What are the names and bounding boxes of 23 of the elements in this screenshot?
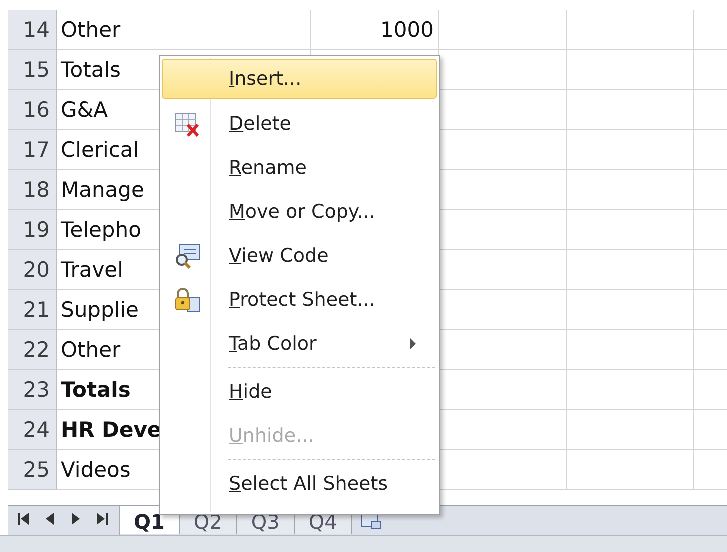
row-header[interactable]: 18: [8, 170, 57, 210]
row-header[interactable]: 16: [8, 90, 57, 130]
table-cell: Other: [57, 10, 311, 49]
next-sheet-icon[interactable]: [70, 512, 82, 526]
view-code-icon: [174, 244, 200, 268]
padlock-icon: [174, 288, 200, 312]
row-header[interactable]: 20: [8, 250, 57, 290]
row-header[interactable]: 14: [8, 10, 57, 50]
first-sheet-icon[interactable]: [18, 512, 30, 526]
row-header[interactable]: 25: [8, 450, 57, 490]
menu-item[interactable]: Insert...: [162, 59, 437, 99]
row-header[interactable]: 23: [8, 370, 57, 410]
row-header[interactable]: 19: [8, 210, 57, 250]
row-header[interactable]: 22: [8, 330, 57, 370]
previous-sheet-icon[interactable]: [44, 512, 56, 526]
last-sheet-icon[interactable]: [96, 512, 108, 526]
row-header[interactable]: 21: [8, 290, 57, 330]
row-header[interactable]: 24: [8, 410, 57, 450]
new-sheet-icon[interactable]: [360, 512, 382, 530]
table-delete-icon: [174, 112, 200, 136]
row-header[interactable]: 15: [8, 50, 57, 90]
row-header[interactable]: 17: [8, 130, 57, 170]
table-cell: 1000: [311, 10, 439, 49]
